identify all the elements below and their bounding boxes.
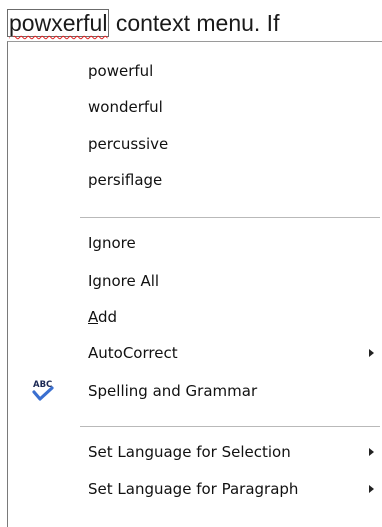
add-label: Add	[88, 308, 117, 326]
suggestion-wonderful[interactable]: wonderful	[8, 89, 380, 125]
spelling-grammar-label: Spelling and Grammar	[88, 382, 258, 400]
spelling-context-menu: powerful wonderful percussive persiflage…	[7, 41, 382, 527]
ignore-menu-item[interactable]: Ignore	[8, 225, 380, 261]
suggestion-persiflage[interactable]: persiflage	[8, 162, 380, 198]
submenu-arrow-icon	[369, 349, 374, 357]
submenu-arrow-icon	[369, 485, 374, 493]
set-language-paragraph-label: Set Language for Paragraph	[88, 480, 299, 498]
ignore-all-label: Ignore All	[88, 272, 160, 290]
ignore-all-menu-item[interactable]: Ignore All	[8, 263, 380, 299]
suggestion-label: percussive	[88, 135, 169, 153]
menu-separator	[80, 217, 380, 218]
autocorrect-menu-item[interactable]: AutoCorrect	[8, 335, 380, 371]
set-language-paragraph-menu-item[interactable]: Set Language for Paragraph	[8, 471, 380, 507]
menu-separator	[80, 426, 380, 427]
ignore-label: Ignore	[88, 234, 136, 252]
suggestion-label: wonderful	[88, 98, 163, 116]
suggestion-percussive[interactable]: percussive	[8, 126, 380, 162]
document-text: context menu. If	[109, 10, 280, 36]
autocorrect-label: AutoCorrect	[88, 344, 178, 362]
add-accelerator-key: A	[88, 308, 98, 326]
spell-check-icon: ABC	[32, 380, 54, 401]
suggestion-label: powerful	[88, 62, 154, 80]
set-language-selection-label: Set Language for Selection	[88, 443, 291, 461]
spelling-grammar-menu-item[interactable]: ABC Spelling and Grammar	[8, 373, 380, 409]
set-language-selection-menu-item[interactable]: Set Language for Selection	[8, 434, 380, 470]
add-menu-item[interactable]: Add	[8, 299, 380, 335]
suggestion-label: persiflage	[88, 171, 163, 189]
suggestion-powerful[interactable]: powerful	[8, 53, 380, 89]
submenu-arrow-icon	[369, 448, 374, 456]
misspelled-word[interactable]: powxerful	[7, 9, 110, 37]
document-text-line: powxerful context menu. If	[7, 6, 279, 42]
add-label-rest: dd	[98, 308, 118, 326]
